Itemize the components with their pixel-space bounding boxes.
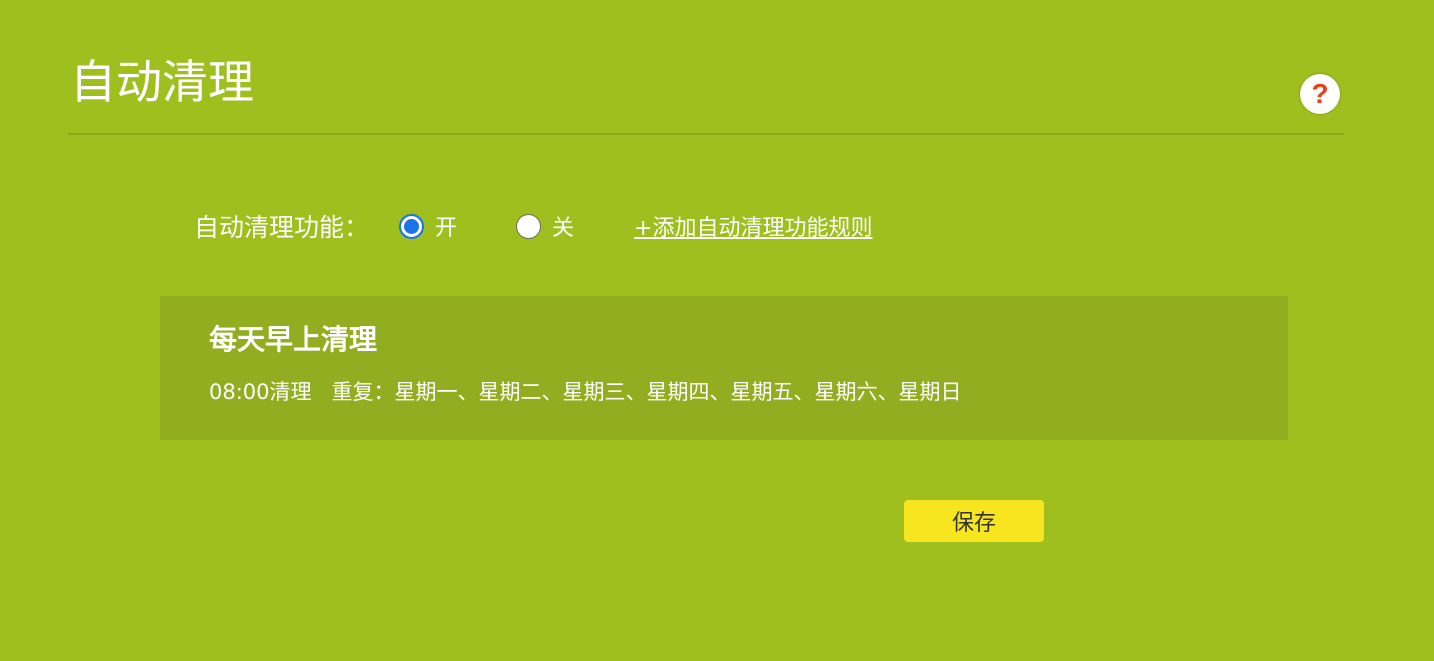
header-divider xyxy=(68,133,1344,135)
rule-title: 每天早上清理 xyxy=(209,323,378,356)
auto-clean-radio-group: 开 关 xyxy=(399,210,574,242)
question-mark-icon: ? xyxy=(1311,78,1329,109)
rule-card[interactable]: 每天早上清理 08:00清理 重复：星期一、星期二、星期三、星期四、星期五、星期六… xyxy=(160,296,1288,440)
auto-clean-setting-row: 自动清理功能： 开 关 +添加自动清理功能规则 xyxy=(194,206,872,246)
radio-on-label[interactable]: 开 xyxy=(435,210,457,242)
radio-option-on[interactable]: 开 xyxy=(399,210,457,242)
radio-option-off[interactable]: 关 xyxy=(516,210,574,242)
auto-clean-label: 自动清理功能： xyxy=(194,213,370,242)
add-rule-link[interactable]: +添加自动清理功能规则 xyxy=(634,210,872,242)
radio-off-label[interactable]: 关 xyxy=(552,210,574,242)
save-button[interactable]: 保存 xyxy=(904,500,1044,542)
radio-off[interactable] xyxy=(516,213,542,239)
radio-on[interactable] xyxy=(399,213,425,239)
help-icon[interactable]: ? xyxy=(1300,74,1340,114)
page-title: 自动清理 xyxy=(70,55,254,109)
rule-repeat: 重复：星期一、星期二、星期三、星期四、星期五、星期六、星期日 xyxy=(331,380,962,404)
rule-detail: 08:00清理 重复：星期一、星期二、星期三、星期四、星期五、星期六、星期日 xyxy=(209,376,962,406)
rule-time: 08:00清理 xyxy=(209,380,312,404)
